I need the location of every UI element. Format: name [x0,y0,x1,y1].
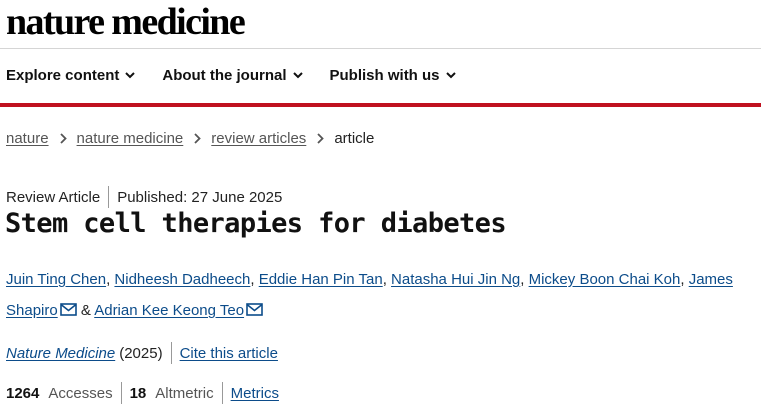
publication-year: (2025) [119,344,163,362]
author-link[interactable]: Adrian Kee Keong Teo [94,302,244,319]
chevron-right-icon [59,133,67,144]
nav-label: Explore content [6,67,120,84]
nav-label: Publish with us [329,67,440,84]
mail-icon[interactable] [246,296,263,327]
breadcrumb-nature[interactable]: nature [6,130,49,147]
meta-divider [108,186,110,208]
author-separator: , [520,271,529,288]
breadcrumb: nature nature medicine review articles a… [6,130,374,147]
altmetric-count: 18 [129,384,147,402]
accent-bar [0,103,761,107]
author-separator: , [680,271,689,288]
main-nav: Explore content About the journal Publis… [6,67,483,84]
breadcrumb-nature-medicine[interactable]: nature medicine [77,130,184,147]
journal-divider [170,342,172,364]
author-separator: , [250,271,259,288]
site-logo[interactable]: nature medicine [6,2,246,42]
header-divider [0,48,761,49]
breadcrumb-review-articles[interactable]: review articles [211,130,306,147]
author-separator: & [76,302,95,319]
author-link[interactable]: Natasha Hui Jin Ng [391,271,520,288]
author-link[interactable]: Mickey Boon Chai Koh [529,271,681,288]
chevron-down-icon [125,72,136,79]
article-meta: Review Article Published: 27 June 2025 [6,186,282,208]
altmetric-label: Altmetric [155,384,214,402]
author-link[interactable]: Juin Ting Chen [6,271,106,288]
metrics-divider [221,382,223,404]
author-separator: , [382,271,392,288]
chevron-down-icon [292,72,303,79]
nav-about-the-journal[interactable]: About the journal [162,67,303,84]
author-link[interactable]: Nidheesh Dadheech [114,271,250,288]
author-link[interactable]: Eddie Han Pin Tan [259,271,383,288]
published-date: Published: 27 June 2025 [117,188,283,206]
nav-publish-with-us[interactable]: Publish with us [330,67,456,84]
accesses-count: 1264 [6,384,40,402]
journal-info: Nature Medicine (2025) Cite this article [6,342,278,364]
article-metrics: 1264 Accesses 18 Altmetric Metrics [6,382,279,404]
author-list: Juin Ting Chen, Nidheesh Dadheech, Eddie… [6,264,758,327]
mail-icon[interactable] [59,296,77,327]
cite-this-article-link[interactable]: Cite this article [180,345,278,362]
page: nature medicine Explore content About th… [0,0,761,405]
article-title: Stem cell therapies for diabetes [5,208,507,239]
metrics-link[interactable]: Metrics [231,385,279,402]
journal-link[interactable]: Nature Medicine [6,345,115,362]
nav-label: About the journal [162,67,287,84]
article-type: Review Article [6,188,101,206]
metrics-divider [120,382,122,404]
breadcrumb-current: article [334,130,375,147]
chevron-down-icon [445,72,456,79]
accesses-label: Accesses [48,384,113,402]
chevron-right-icon [317,133,325,144]
chevron-right-icon [194,133,202,144]
nav-explore-content[interactable]: Explore content [6,67,136,84]
